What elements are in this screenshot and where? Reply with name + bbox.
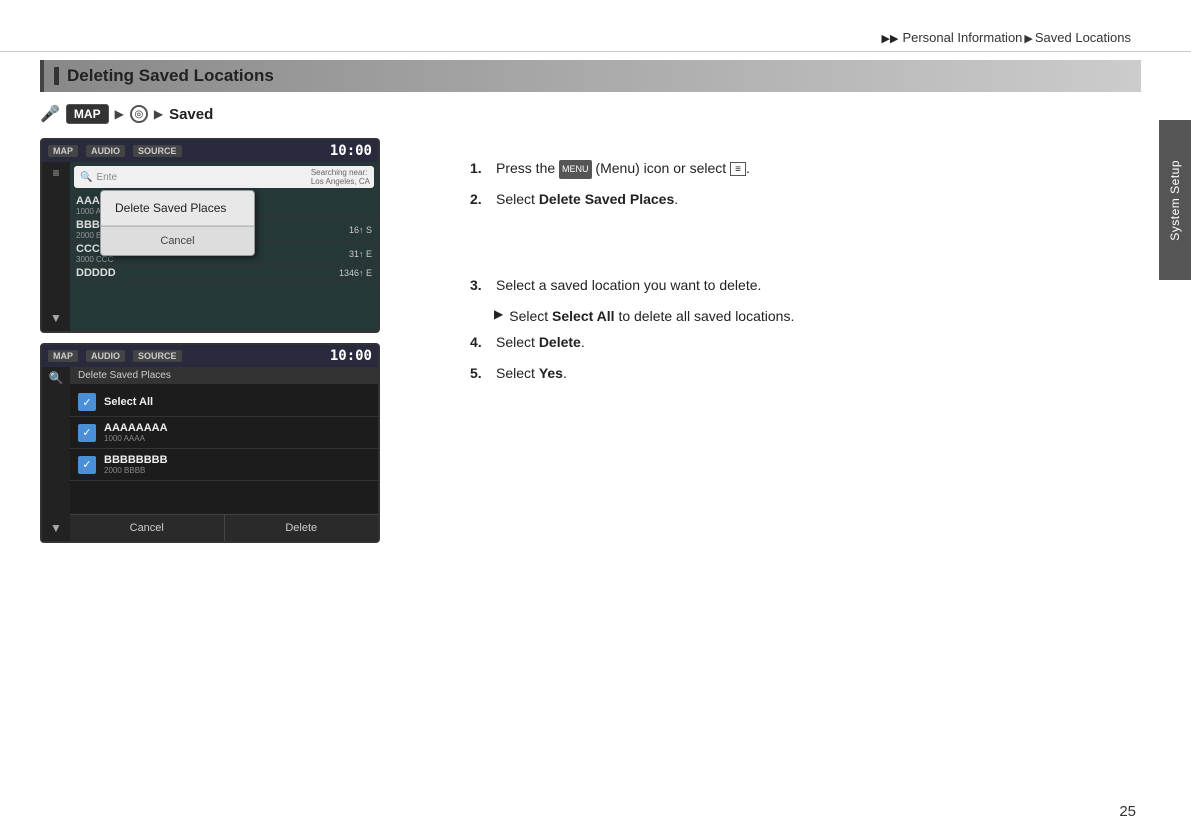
screen2-cancel-btn[interactable]: Cancel bbox=[70, 515, 225, 541]
instruction-step2: 2. Select Delete Saved Places. bbox=[470, 186, 1086, 213]
menu-icon-box: ≡ bbox=[730, 162, 746, 176]
screen1-map-btn: MAP bbox=[48, 145, 78, 157]
screen1-dialog: Delete Saved Places Cancel bbox=[100, 190, 255, 256]
nav-arrow1: ▶ bbox=[115, 107, 124, 121]
mic-icon: 🎤 bbox=[40, 104, 60, 124]
step2-num: 2. bbox=[470, 186, 490, 213]
screen2-content: 🔍 ▼ Delete Saved Places ✓ Select All bbox=[42, 367, 378, 541]
step3-text: Select a saved location you want to dele… bbox=[496, 272, 761, 299]
screen1-item4-name: DDDDD bbox=[76, 267, 116, 279]
breadcrumb-bar: ▶▶ Personal Information ▶ Saved Location… bbox=[0, 0, 1191, 52]
screen2-footer: Cancel Delete bbox=[70, 514, 378, 541]
screen2-list: ✓ Select All ✓ AAAAAAAA 1000 AAAA bbox=[70, 384, 378, 485]
screen1-searchbar: 🔍 Ente Searching near:Los Angeles, CA bbox=[74, 166, 374, 188]
screen2-audio-btn: AUDIO bbox=[86, 350, 125, 362]
screen1-main: 🔍 Ente Searching near:Los Angeles, CA AA… bbox=[70, 162, 378, 331]
list-item: DDDDD 1346↑ E bbox=[70, 266, 378, 281]
screen2-leftbar: 🔍 ▼ bbox=[42, 367, 70, 541]
check-icon-1: ✓ bbox=[78, 424, 96, 442]
screen2-down-arrow: ▼ bbox=[50, 521, 62, 535]
screen1-item3-dist: 31↑ E bbox=[349, 249, 372, 259]
instructions: 1. Press the MENU (Menu) icon or select … bbox=[470, 155, 1086, 391]
step5-bold: Yes bbox=[539, 365, 563, 381]
step2-bold: Delete Saved Places bbox=[539, 191, 674, 207]
instruction-step3: 3. Select a saved location you want to d… bbox=[470, 272, 1086, 299]
menu-icon-inline: MENU bbox=[559, 160, 592, 179]
screen1-content: ≡ ▼ 🔍 Ente Searching near:Los Angeles, C… bbox=[42, 162, 378, 331]
step3-num: 3. bbox=[470, 272, 490, 299]
screen2-selectall-name: Select All bbox=[104, 396, 153, 408]
step1-num: 1. bbox=[470, 155, 490, 182]
screen2-item1-sub: 1000 AAAA bbox=[104, 434, 168, 443]
side-tab-label: System Setup bbox=[1168, 160, 1182, 241]
screen1-leftbar: ≡ ▼ bbox=[42, 162, 70, 331]
nav-arrow2: ▶ bbox=[154, 107, 163, 121]
nav-saved: Saved bbox=[169, 106, 213, 123]
screen2-main: Delete Saved Places ✓ Select All ✓ bbox=[70, 367, 378, 541]
dialog-delete-item[interactable]: Delete Saved Places bbox=[101, 191, 254, 226]
screen2: MAP AUDIO SOURCE 10:00 🔍 ▼ Delete Saved … bbox=[40, 343, 380, 543]
instruction-step3a: ▶ Select Select All to delete all saved … bbox=[470, 303, 1086, 330]
breadcrumb-sep: ▶ bbox=[1024, 32, 1032, 45]
nav-circle: ◎ bbox=[130, 105, 148, 123]
step5-text: Select Yes. bbox=[496, 360, 567, 387]
screen2-item1[interactable]: ✓ AAAAAAAA 1000 AAAA bbox=[70, 417, 378, 449]
screen2-search-icon: 🔍 bbox=[49, 371, 64, 385]
screen1-item3-sub: 3000 CCC bbox=[76, 255, 116, 264]
step2-text: Select Delete Saved Places. bbox=[496, 186, 678, 213]
screen1-location-hint: Searching near:Los Angeles, CA bbox=[311, 168, 370, 186]
step5-num: 5. bbox=[470, 360, 490, 387]
screen2-source-btn: SOURCE bbox=[133, 350, 182, 362]
breadcrumb-arrow: ▶▶ bbox=[882, 32, 899, 45]
step1-text: Press the MENU (Menu) icon or select ≡. bbox=[496, 155, 750, 182]
breadcrumb-part2: Saved Locations bbox=[1035, 30, 1131, 45]
step4-bold: Delete bbox=[539, 334, 581, 350]
check-icon-2: ✓ bbox=[78, 456, 96, 474]
nav-path: 🎤 MAP ▶ ◎ ▶ Saved bbox=[40, 104, 1141, 124]
dialog-cancel-btn[interactable]: Cancel bbox=[101, 226, 254, 255]
screen1-time: 10:00 bbox=[330, 143, 372, 159]
screen2-item2-name: BBBBBBBB bbox=[104, 454, 168, 466]
screen1-search-text: Ente bbox=[96, 172, 117, 183]
step4-text: Select Delete. bbox=[496, 329, 585, 356]
screen2-item2[interactable]: ✓ BBBBBBBB 2000 BBBB bbox=[70, 449, 378, 481]
step4-num: 4. bbox=[470, 329, 490, 356]
section-title: Deleting Saved Locations bbox=[67, 66, 274, 86]
screen1-item4-dist: 1346↑ E bbox=[339, 268, 372, 278]
instruction-step5: 5. Select Yes. bbox=[470, 360, 1086, 387]
screen2-item1-name: AAAAAAAA bbox=[104, 422, 168, 434]
screen1-down-arrow: ▼ bbox=[50, 311, 62, 325]
screen2-delete-btn[interactable]: Delete bbox=[225, 515, 379, 541]
screen1-source-btn: SOURCE bbox=[133, 145, 182, 157]
screen1-topbar: MAP AUDIO SOURCE 10:00 bbox=[42, 140, 378, 162]
content-area: Deleting Saved Locations 🎤 MAP ▶ ◎ ▶ Sav… bbox=[40, 60, 1141, 800]
screen1-audio-btn: AUDIO bbox=[86, 145, 125, 157]
screens-container: MAP AUDIO SOURCE 10:00 ≡ ▼ 🔍 bbox=[40, 138, 440, 543]
check-icon-selectall: ✓ bbox=[78, 393, 96, 411]
screen2-map-btn: MAP bbox=[48, 350, 78, 362]
screen1-item2-dist: 16↑ S bbox=[349, 225, 372, 235]
map-btn: MAP bbox=[66, 104, 109, 124]
step3a-bold: Select All bbox=[552, 308, 615, 324]
step3a-text: Select Select All to delete all saved lo… bbox=[509, 303, 794, 330]
screen2-item2-sub: 2000 BBBB bbox=[104, 466, 168, 475]
screen1-menu-icon: ≡ bbox=[52, 166, 59, 180]
screen1: MAP AUDIO SOURCE 10:00 ≡ ▼ 🔍 bbox=[40, 138, 380, 333]
section-heading: Deleting Saved Locations bbox=[40, 60, 1141, 92]
step3a-arrow: ▶ bbox=[494, 303, 503, 330]
breadcrumb-part1: Personal Information bbox=[902, 30, 1022, 45]
side-tab: System Setup bbox=[1159, 120, 1191, 280]
screen2-select-all[interactable]: ✓ Select All bbox=[70, 388, 378, 417]
screen2-topbar: MAP AUDIO SOURCE 10:00 bbox=[42, 345, 378, 367]
instruction-step4: 4. Select Delete. bbox=[470, 329, 1086, 356]
steps-3-5: 3. Select a saved location you want to d… bbox=[470, 272, 1086, 386]
page-number: 25 bbox=[1119, 803, 1136, 820]
screen1-search-icon: 🔍 bbox=[80, 172, 92, 183]
screen2-header: Delete Saved Places bbox=[70, 367, 378, 384]
instruction-step1: 1. Press the MENU (Menu) icon or select … bbox=[470, 155, 1086, 182]
screen2-time: 10:00 bbox=[330, 348, 372, 364]
